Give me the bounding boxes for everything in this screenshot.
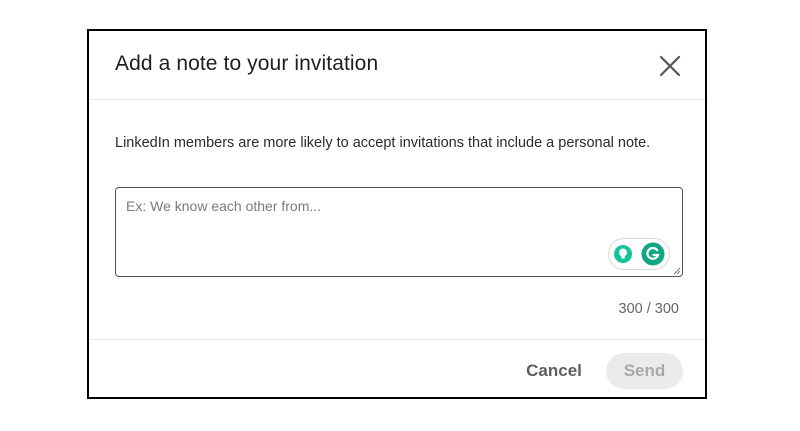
dialog-header: Add a note to your invitation <box>89 31 705 100</box>
footer-divider <box>89 339 705 340</box>
send-button[interactable]: Send <box>606 353 683 389</box>
character-counter: 300 / 300 <box>618 301 679 317</box>
cancel-button[interactable]: Cancel <box>519 353 589 389</box>
note-textarea[interactable] <box>116 188 682 276</box>
grammarly-icon[interactable] <box>641 242 665 266</box>
invitation-note-dialog: Add a note to your invitation LinkedIn m… <box>87 29 707 399</box>
grammarly-widget[interactable] <box>608 238 670 270</box>
resize-handle-icon[interactable] <box>673 267 681 275</box>
lightbulb-icon[interactable] <box>613 244 633 264</box>
close-button[interactable] <box>657 53 683 79</box>
note-field-container <box>115 187 683 277</box>
close-icon <box>659 55 681 77</box>
dialog-description: LinkedIn members are more likely to acce… <box>115 135 651 151</box>
dialog-title: Add a note to your invitation <box>115 52 379 75</box>
